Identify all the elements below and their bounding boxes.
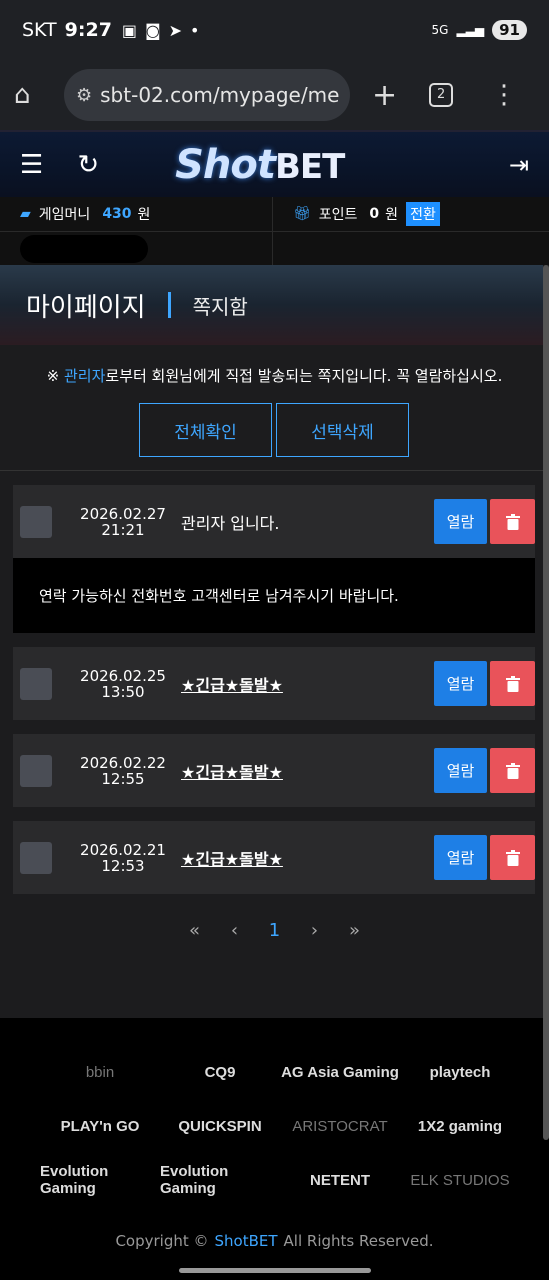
message-subject[interactable]: 관리자 입니다.	[181, 510, 434, 534]
home-indicator[interactable]	[179, 1268, 371, 1273]
prev-page-button[interactable]: ‹	[215, 920, 255, 941]
wallet-panel: ▰ 게임머니 430 원 🎁︎ 포인트 0 원 전환	[0, 197, 549, 265]
new-tab-icon[interactable]: +	[372, 78, 397, 113]
copyright: Copyright © ShotBET All Rights Reserved.	[115, 1232, 434, 1250]
battery-icon: 91	[492, 20, 527, 40]
message-date: 2026.02.27 21:21	[80, 504, 166, 539]
home-icon[interactable]: ⌂	[14, 80, 50, 110]
next-page-button[interactable]: ›	[295, 920, 335, 941]
provider-logo: AG Asia Gaming	[281, 1063, 399, 1081]
address-bar[interactable]: ⚙ sbt-02.com/mypage/me	[64, 69, 350, 121]
message-subject[interactable]: ★긴급★돌발★	[181, 846, 434, 870]
scrollbar[interactable]	[543, 265, 549, 1140]
trash-icon	[505, 762, 520, 779]
message-body: 연락 가능하신 전화번호 고객센터로 남겨주시기 바랍니다.	[13, 558, 535, 633]
provider-logo: bbin	[85, 1063, 115, 1081]
telegram-icon: ➤	[168, 20, 182, 40]
open-button[interactable]: 열람	[434, 835, 487, 880]
message-row[interactable]: 2026.02.22 12:55 ★긴급★돌발★ 열람	[13, 734, 535, 807]
first-page-button[interactable]: «	[175, 920, 215, 941]
message-checkbox[interactable]	[20, 754, 52, 787]
wallet-empty-cell	[273, 231, 549, 265]
browser-toolbar: ⌂ ⚙ sbt-02.com/mypage/me + 2 ⋮	[0, 60, 549, 130]
trash-icon	[505, 675, 520, 692]
provider-logo: 1X2 gaming	[417, 1117, 503, 1135]
screenshot-icon: ▣	[121, 20, 138, 40]
message-subject[interactable]: ★긴급★돌발★	[181, 672, 434, 696]
points: 🎁︎ 포인트 0 원 전환	[273, 197, 549, 231]
last-page-button[interactable]: »	[335, 920, 375, 941]
url-text: sbt-02.com/mypage/me	[100, 83, 340, 107]
message-checkbox[interactable]	[20, 667, 52, 700]
provider-logo: PLAY'n GO	[60, 1117, 140, 1135]
site-settings-icon[interactable]: ⚙	[76, 85, 92, 106]
provider-logo: Evolution Gaming	[160, 1163, 229, 1197]
clock: 9:27	[64, 19, 112, 41]
pagination: « ‹ 1 › »	[0, 920, 549, 941]
bulk-actions: 전체확인 선택삭제	[139, 403, 409, 457]
site-logo[interactable]: ShotBET	[175, 142, 345, 188]
notification-icons: ▣ ◙ ➤ •	[122, 21, 200, 40]
voicemail-icon: ◙	[145, 20, 161, 40]
message-date: 2026.02.22 12:55	[80, 753, 166, 788]
open-button[interactable]: 열람	[434, 748, 487, 793]
convert-button[interactable]: 전환	[406, 202, 440, 226]
delete-button[interactable]	[490, 499, 535, 544]
more-menu-icon[interactable]: ⋮	[491, 80, 517, 110]
provider-logo: ARISTOCRAT	[292, 1117, 388, 1135]
game-money-value: 430	[102, 206, 132, 222]
trash-icon	[505, 513, 520, 530]
refresh-icon[interactable]: ↻	[77, 150, 99, 180]
system-icons: 5G ▂▃▅ 91	[431, 20, 527, 40]
delete-button[interactable]	[490, 835, 535, 880]
provider-logo: NETENT	[310, 1171, 370, 1189]
status-bar: SKT 9:27 ▣ ◙ ➤ • 5G ▂▃▅ 91	[0, 0, 549, 60]
message-date: 2026.02.21 12:53	[80, 840, 166, 875]
page-title: 마이페이지	[26, 292, 146, 323]
site-header: ☰ ↻ ShotBET ⇥	[0, 130, 549, 197]
provider-logo: Evolution Gaming	[40, 1163, 109, 1197]
title-divider	[167, 292, 171, 318]
delete-button[interactable]	[490, 661, 535, 706]
message-row[interactable]: 2026.02.21 12:53 ★긴급★돌발★ 열람	[13, 821, 535, 894]
gift-icon: 🎁︎	[293, 206, 311, 222]
logout-icon[interactable]: ⇥	[509, 151, 529, 179]
message-date: 2026.02.25 13:50	[80, 666, 166, 701]
redacted-username	[20, 234, 148, 263]
point-value: 0	[369, 206, 380, 222]
divider	[0, 470, 549, 471]
notice-text: ※ 관리자로부터 회원님에게 직접 발송되는 쪽지입니다. 꼭 열람하십시오.	[46, 367, 503, 385]
signal-icon: ▂▃▅	[456, 23, 485, 37]
message-checkbox[interactable]	[20, 505, 52, 538]
page-subtitle: 쪽지함	[192, 294, 248, 319]
dot-icon: •	[189, 20, 200, 40]
message-subject[interactable]: ★긴급★돌발★	[181, 759, 434, 783]
provider-logos: bbin CQ9 AG Asia Gaming playtech PLAY'n …	[40, 1060, 520, 1198]
provider-logo: playtech	[429, 1063, 491, 1081]
footer: bbin CQ9 AG Asia Gaming playtech PLAY'n …	[0, 1018, 549, 1280]
message-row[interactable]: 2026.02.25 13:50 ★긴급★돌발★ 열람	[13, 647, 535, 720]
delete-button[interactable]	[490, 748, 535, 793]
game-money: ▰ 게임머니 430 원	[0, 197, 273, 231]
username-row	[0, 231, 273, 265]
open-button[interactable]: 열람	[434, 661, 487, 706]
open-button[interactable]: 열람	[434, 499, 487, 544]
check-all-button[interactable]: 전체확인	[139, 403, 272, 457]
tab-switcher-button[interactable]: 2	[429, 83, 454, 107]
network-label: 5G	[431, 23, 449, 37]
hamburger-menu-icon[interactable]: ☰	[20, 150, 43, 180]
page-banner: 마이페이지 쪽지함	[0, 265, 543, 345]
provider-logo: QUICKSPIN	[178, 1117, 262, 1135]
message-checkbox[interactable]	[20, 841, 52, 874]
provider-logo: ELK STUDIOS	[410, 1171, 510, 1189]
message-row[interactable]: 2026.02.27 21:21 관리자 입니다. 열람	[13, 485, 535, 558]
carrier: SKT	[22, 19, 57, 41]
provider-logo: CQ9	[204, 1063, 236, 1081]
trash-icon	[505, 849, 520, 866]
page-number[interactable]: 1	[255, 920, 295, 941]
wallet-icon: ▰	[20, 206, 31, 222]
delete-selected-button[interactable]: 선택삭제	[276, 403, 409, 457]
